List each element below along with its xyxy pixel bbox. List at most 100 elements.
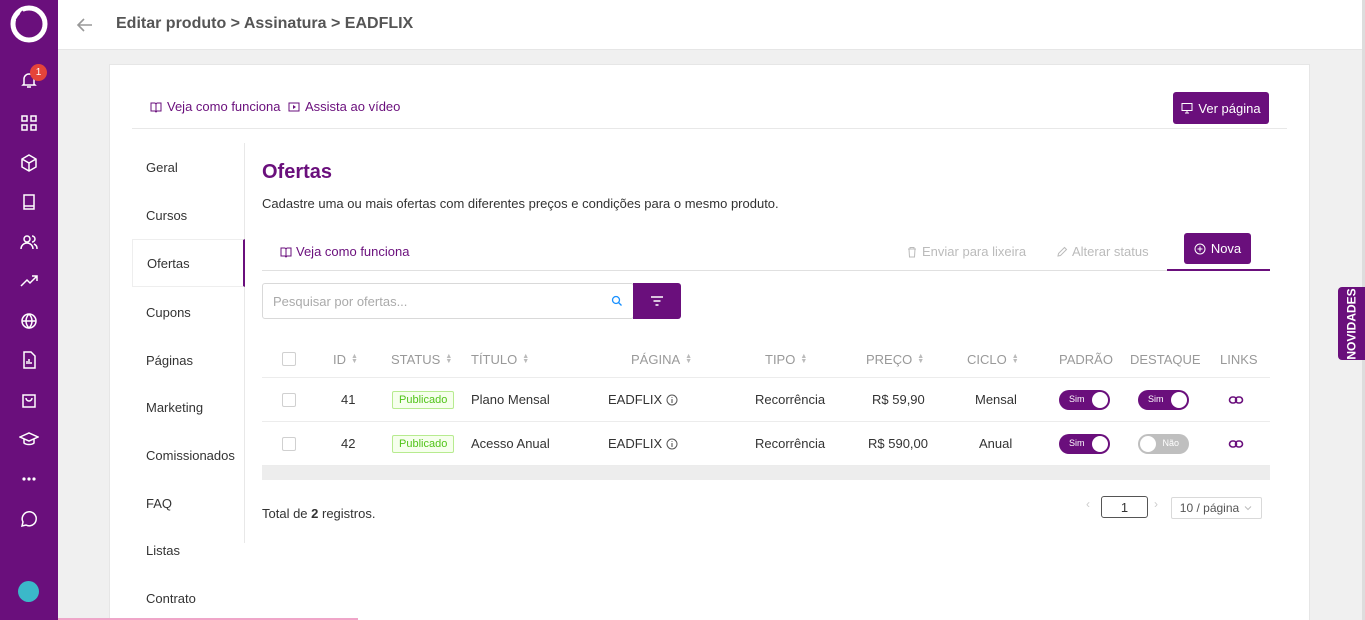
back-arrow-icon[interactable] [74, 14, 96, 36]
new-offer-label: Nova [1210, 241, 1242, 256]
store-bag-icon[interactable] [0, 386, 58, 414]
menu-item-marketing[interactable]: Marketing [132, 383, 245, 431]
total-suffix: registros. [318, 506, 376, 521]
graduation-cap-icon[interactable] [0, 425, 58, 453]
toggle-label: Sim [1069, 437, 1085, 448]
new-offer-button[interactable]: Nova [1184, 233, 1251, 264]
table-header: ID ▲ ▼ STATUS ▲ ▼ TÍTULO ▲ ▼ PÁGINA ▲ ▼ TIPO ▲ ▼ P… [262, 341, 1270, 378]
menu-item-faq[interactable]: FAQ [132, 479, 245, 527]
menu-item-contrato[interactable]: Contrato [132, 574, 245, 620]
report-document-icon[interactable] [0, 346, 58, 374]
column-header-label: STATUS [391, 351, 441, 367]
offer-id: 41 [341, 392, 356, 407]
sort-icon: ▲ ▼ [1011, 353, 1019, 365]
column-header-id[interactable]: ID ▲ ▼ [333, 341, 358, 377]
monitor-icon [1181, 103, 1193, 114]
column-header-label: TÍTULO [471, 351, 518, 367]
column-header-title[interactable]: TÍTULO ▲ ▼ [471, 341, 529, 377]
page-size-select[interactable]: 10 / página [1171, 497, 1262, 519]
link-icon[interactable] [1228, 392, 1244, 408]
offer-page: EADFLIX [608, 378, 678, 421]
row-checkbox[interactable] [282, 392, 296, 407]
default-toggle[interactable]: Sim [1059, 433, 1110, 454]
default-toggle[interactable]: Sim [1059, 389, 1110, 410]
menu-item-paginas[interactable]: Páginas [132, 336, 245, 384]
column-header-cycle[interactable]: CICLO ▲ ▼ [967, 341, 1019, 377]
menu-item-listas[interactable]: Listas [132, 526, 245, 574]
offers-how-it-works-label: Veja como funciona [296, 244, 410, 259]
sort-icon: ▲ ▼ [445, 353, 453, 365]
link-icon[interactable] [1228, 436, 1244, 452]
page-subtitle: Cadastre uma ou mais ofertas com diferen… [262, 196, 779, 211]
pagination-prev-icon[interactable]: ‹ [1086, 497, 1090, 511]
brand-logo-icon[interactable] [9, 4, 49, 44]
table-row: 41 Publicado Plano Mensal EADFLIX Recorr… [262, 378, 1270, 422]
globe-icon[interactable] [0, 307, 58, 335]
whatsapp-icon[interactable] [0, 505, 58, 533]
status-badge: Publicado [392, 434, 455, 453]
total-records: Total de 2 registros. [262, 506, 375, 521]
more-ellipsis-icon[interactable] [0, 465, 58, 493]
menu-item-ofertas[interactable]: Ofertas [132, 239, 245, 287]
row-checkbox[interactable] [282, 436, 296, 451]
notifications-bell-icon[interactable] [0, 66, 58, 94]
chevron-down-icon [1244, 506, 1252, 511]
info-icon[interactable] [666, 394, 678, 406]
column-header-label: PREÇO [866, 351, 913, 367]
sort-icon: ▲ ▼ [685, 353, 693, 365]
column-header-label: PÁGINA [631, 351, 681, 367]
how-it-works-link[interactable]: Veja como funciona [150, 99, 280, 114]
products-cube-icon[interactable] [0, 149, 58, 177]
trash-icon [908, 246, 916, 257]
column-header-price[interactable]: PREÇO ▲ ▼ [866, 341, 924, 377]
column-header-type[interactable]: TIPO ▲ ▼ [765, 341, 807, 377]
news-side-tab-label: NOVIDADES [1344, 287, 1359, 360]
page-size-value: 10 / página [1179, 501, 1240, 515]
menu-item-cursos[interactable]: Cursos [132, 191, 245, 239]
column-header-status[interactable]: STATUS ▲ ▼ [391, 341, 452, 377]
column-header-links: LINKS [1220, 351, 1258, 367]
breadcrumb: Editar produto > Assinatura > EADFLIX [116, 15, 414, 32]
watch-video-link[interactable]: Assista ao vídeo [288, 99, 400, 114]
view-page-label: Ver página [1198, 100, 1261, 116]
view-page-button[interactable]: Ver página [1173, 92, 1269, 124]
column-header-page[interactable]: PÁGINA ▲ ▼ [631, 341, 692, 377]
courses-book-icon[interactable] [0, 188, 58, 216]
offer-type: Recorrência [755, 436, 826, 451]
search-input[interactable] [273, 293, 593, 309]
info-icon[interactable] [666, 438, 678, 450]
watch-video-label: Assista ao vídeo [305, 99, 401, 114]
menu-item-geral[interactable]: Geral [132, 143, 245, 191]
news-side-tab[interactable]: NOVIDADES [1338, 287, 1365, 360]
change-status-button[interactable]: Alterar status [1056, 244, 1149, 259]
select-all-checkbox[interactable] [282, 352, 296, 366]
featured-toggle[interactable]: Não [1138, 433, 1189, 454]
analytics-trend-icon[interactable] [0, 267, 58, 295]
users-icon[interactable] [0, 228, 58, 256]
send-to-trash-button[interactable]: Enviar para lixeira [906, 244, 1026, 259]
open-book-icon [150, 102, 162, 113]
table-horizontal-scrollbar[interactable] [262, 466, 1270, 480]
menu-item-comissionados[interactable]: Comissionados [132, 431, 245, 479]
offers-section: Ofertas Cadastre uma ou mais ofertas com… [262, 161, 1270, 521]
offer-cycle: Mensal [975, 392, 1017, 407]
sort-icon: ▲ ▼ [800, 353, 808, 365]
search-icon[interactable] [611, 295, 623, 307]
offers-search-box[interactable] [262, 283, 634, 319]
user-avatar[interactable] [18, 581, 39, 602]
sort-icon: ▲ ▼ [522, 353, 530, 365]
offer-page: EADFLIX [608, 422, 678, 465]
filter-button[interactable] [633, 283, 681, 319]
change-status-label: Alterar status [1072, 244, 1149, 259]
pagination-next-icon[interactable]: › [1154, 497, 1158, 511]
menu-item-cupons[interactable]: Cupons [132, 288, 245, 336]
toggle-label: Sim [1069, 393, 1085, 404]
page-title: Ofertas [262, 161, 333, 183]
offer-id: 42 [341, 436, 356, 451]
offer-page-label: EADFLIX [608, 392, 663, 407]
dashboard-grid-icon[interactable] [0, 109, 58, 137]
send-to-trash-label: Enviar para lixeira [922, 244, 1027, 259]
featured-toggle[interactable]: Sim [1138, 389, 1189, 410]
pagination-current-page[interactable]: 1 [1101, 496, 1148, 518]
offers-how-it-works-link[interactable]: Veja como funciona [280, 244, 409, 259]
